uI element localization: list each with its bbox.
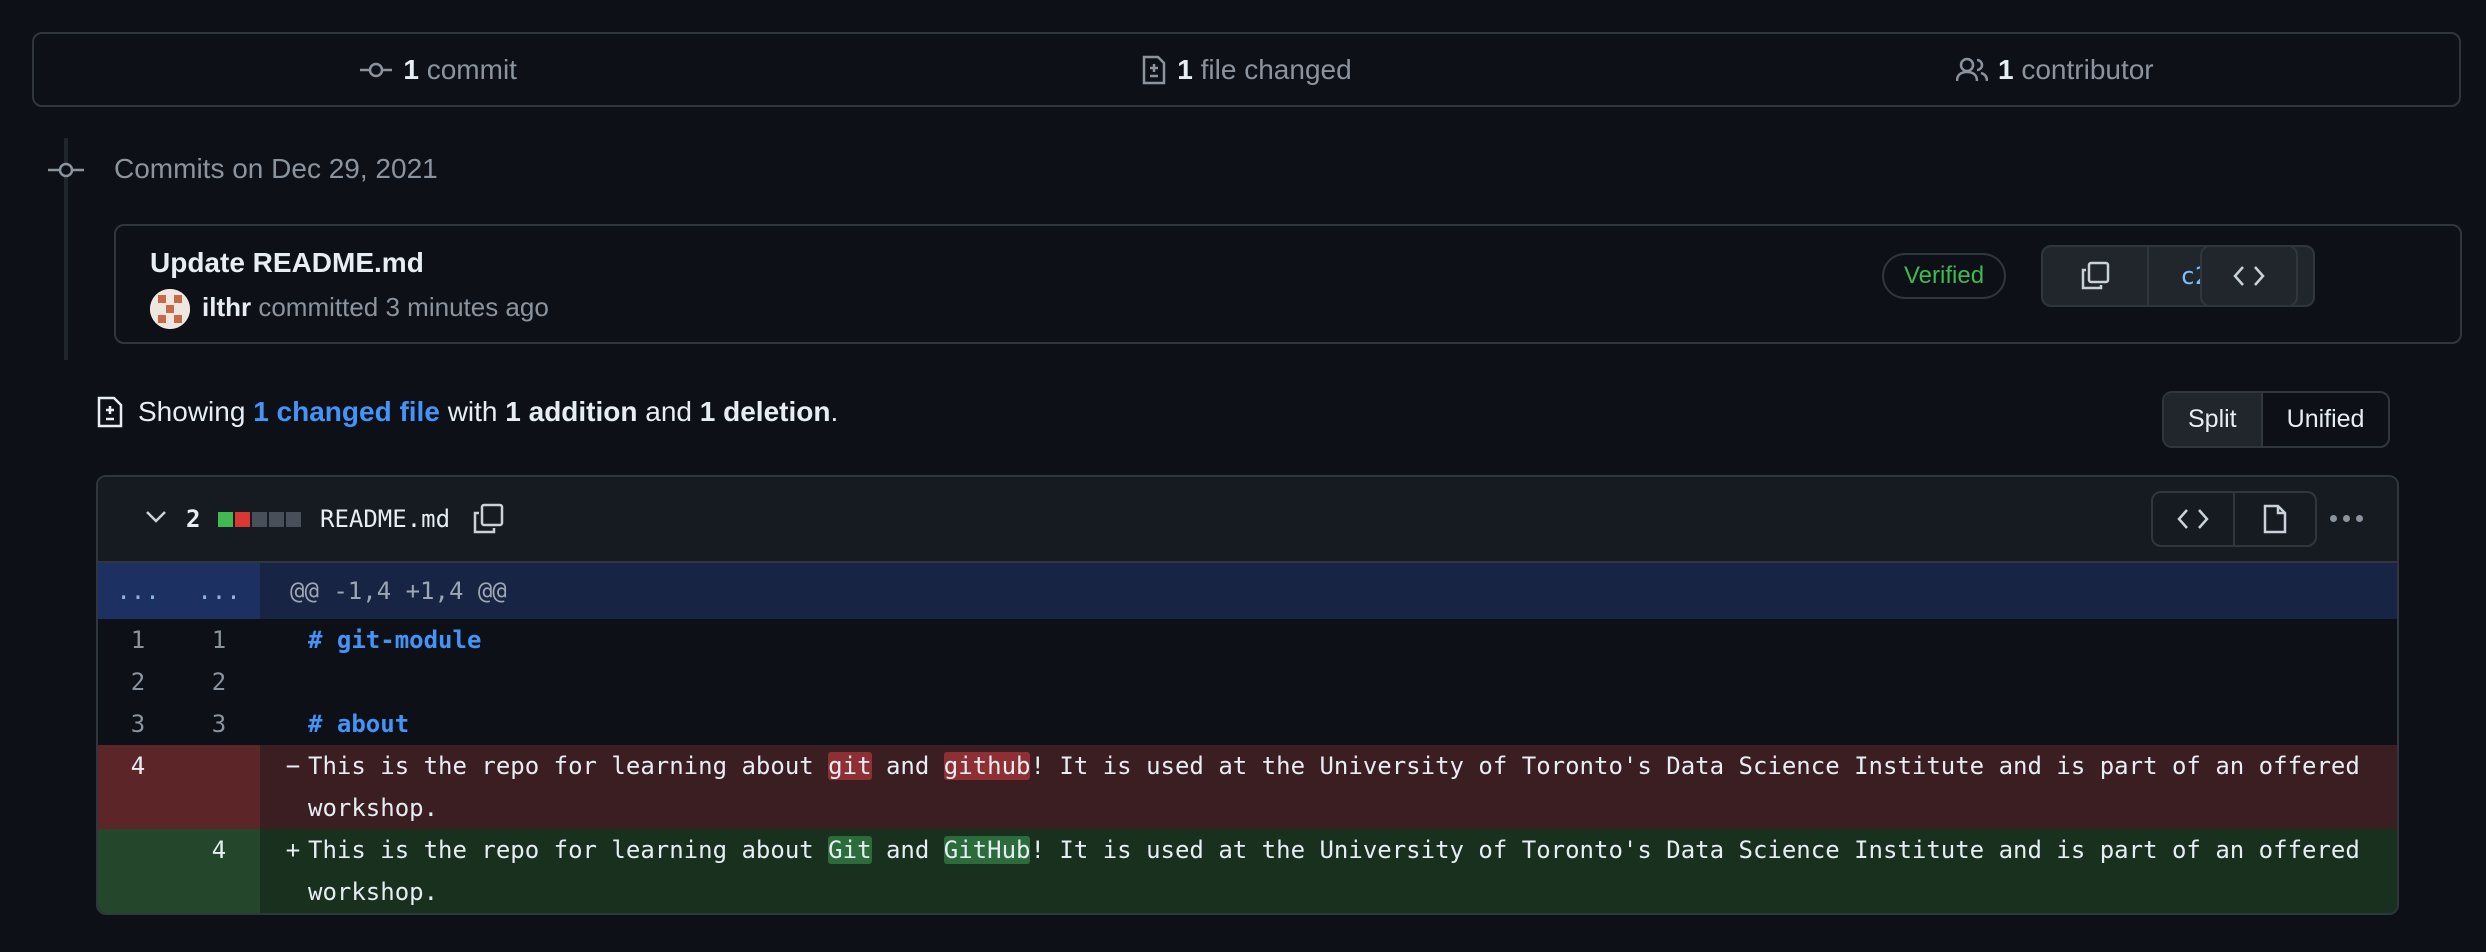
- deleted-word: github: [943, 752, 1031, 780]
- diff-context-row: 2 2: [98, 661, 2397, 703]
- git-commit-icon: [48, 162, 84, 178]
- file-diff-icon: [97, 396, 123, 428]
- diff-table: ... ... @@ -1,4 +1,4 @@ 1 1 # git-module…: [98, 563, 2397, 913]
- view-file-button[interactable]: [2233, 493, 2315, 545]
- files-summary[interactable]: 1 file changed: [842, 54, 1650, 86]
- diff-deletion-row: 4 − This is the repo for learning about …: [98, 745, 2397, 829]
- line-content: # git-module: [308, 626, 482, 654]
- git-commit-icon: [360, 62, 393, 77]
- diff-summary: Showing 1 changed file with 1 addition a…: [96, 396, 838, 428]
- contributors-count: 1: [1997, 53, 2014, 85]
- view-source-button[interactable]: [2153, 493, 2233, 545]
- diffstat-neutral-square: [269, 512, 284, 527]
- commits-date-heading: Commits on Dec 29, 2021: [114, 153, 438, 184]
- old-line-number[interactable]: 3: [98, 703, 178, 745]
- showing-and: and: [645, 396, 692, 427]
- author-link[interactable]: ilthr: [202, 292, 251, 322]
- identicon-icon: [150, 289, 190, 329]
- diffstat-added-square: [218, 512, 233, 527]
- additions-count: 1 addition: [505, 396, 638, 427]
- diff-file: 2 README.md ... ... @@ -1,4 +1,4 @@ 1 1 …: [96, 475, 2399, 915]
- new-line-number-empty: [178, 745, 260, 829]
- old-line-number[interactable]: 2: [98, 661, 178, 703]
- old-line-number[interactable]: 1: [98, 619, 178, 661]
- verified-badge[interactable]: Verified: [1882, 253, 2007, 299]
- browse-button-group: [2200, 245, 2298, 307]
- contributors-summary[interactable]: 1 contributor: [1651, 54, 2459, 86]
- browse-code-button[interactable]: [2202, 247, 2296, 305]
- copy-path-icon[interactable]: [472, 503, 504, 535]
- new-line-number[interactable]: 3: [178, 703, 260, 745]
- addition-sign: +: [285, 836, 301, 864]
- file-diff-icon: [1143, 55, 1166, 84]
- diff-view-toggle: Split Unified: [2162, 391, 2391, 448]
- diff-file-header: 2 README.md: [98, 477, 2397, 563]
- expand-up-button[interactable]: ...: [98, 563, 178, 619]
- old-line-number-empty: [98, 829, 178, 913]
- showing-with: with: [447, 396, 498, 427]
- chevron-down-icon[interactable]: [144, 509, 168, 525]
- line-content: # about: [308, 710, 410, 738]
- old-line-number[interactable]: 4: [98, 745, 178, 829]
- copy-sha-button[interactable]: [2043, 247, 2147, 305]
- added-word: GitHub: [943, 836, 1031, 864]
- diffstat-bar: [218, 512, 301, 527]
- diffstat-deleted-square: [235, 512, 250, 527]
- files-count: 1: [1177, 53, 1193, 85]
- diff-context-row: 3 3 # about: [98, 703, 2397, 745]
- file-icon: [2263, 504, 2287, 534]
- changes-count: 2: [186, 505, 201, 533]
- avatar[interactable]: [150, 289, 190, 329]
- file-view-buttons: [2151, 491, 2317, 547]
- new-line-number[interactable]: 1: [178, 619, 260, 661]
- commits-summary[interactable]: 1 commit: [34, 54, 842, 86]
- changed-files-link[interactable]: 1 changed file: [253, 396, 440, 427]
- line-content: [260, 661, 2397, 703]
- commit-title-link[interactable]: Update README.md: [150, 247, 424, 279]
- showing-period: .: [830, 396, 839, 427]
- diff-addition-row: 4 + This is the repo for learning about …: [98, 829, 2397, 913]
- summary-bar: 1 commit 1 file changed 1 contributor: [32, 32, 2461, 107]
- files-label: file changed: [1200, 53, 1352, 85]
- deletion-sign: −: [285, 752, 301, 780]
- people-icon: [1955, 57, 1988, 81]
- diff-context-row: 1 1 # git-module: [98, 619, 2397, 661]
- copy-icon: [2081, 261, 2110, 290]
- new-line-number[interactable]: 2: [178, 661, 260, 703]
- commit-item: Update README.md ilthr committed 3 minut…: [114, 224, 2462, 344]
- diffstat-neutral-square: [252, 512, 267, 527]
- line-content: This is the repo for learning about git …: [308, 745, 2397, 829]
- text-segment: and: [871, 752, 944, 780]
- showing-text: Showing 1 changed file with 1 addition a…: [138, 396, 838, 428]
- commit-meta: ilthr committed 3 minutes ago: [202, 292, 549, 323]
- text-segment: This is the repo for learning about: [308, 752, 829, 780]
- text-segment: This is the repo for learning about: [308, 836, 829, 864]
- diff-filename[interactable]: README.md: [320, 505, 450, 533]
- new-line-number[interactable]: 4: [178, 829, 260, 913]
- deletions-count: 1 deletion: [699, 396, 831, 427]
- line-content: This is the repo for learning about Git …: [308, 829, 2397, 913]
- deleted-word: git: [828, 752, 872, 780]
- expand-down-button[interactable]: ...: [178, 563, 260, 619]
- showing-prefix: Showing: [138, 396, 246, 427]
- added-word: Git: [828, 836, 872, 864]
- commits-count: 1: [403, 53, 419, 85]
- text-segment: and: [871, 836, 944, 864]
- commit-action: committed 3 minutes ago: [258, 292, 549, 322]
- code-icon: [2177, 509, 2209, 529]
- code-icon: [2233, 266, 2265, 286]
- commits-label: commit: [426, 53, 517, 85]
- contributors-label: contributor: [2021, 53, 2154, 85]
- unified-view-button[interactable]: Unified: [2263, 393, 2389, 446]
- diffstat-neutral-square: [286, 512, 301, 527]
- split-view-button[interactable]: Split: [2164, 393, 2263, 446]
- more-options-icon[interactable]: [2330, 515, 2363, 522]
- hunk-header: @@ -1,4 +1,4 @@: [290, 577, 507, 605]
- hunk-header-row: ... ... @@ -1,4 +1,4 @@: [98, 563, 2397, 619]
